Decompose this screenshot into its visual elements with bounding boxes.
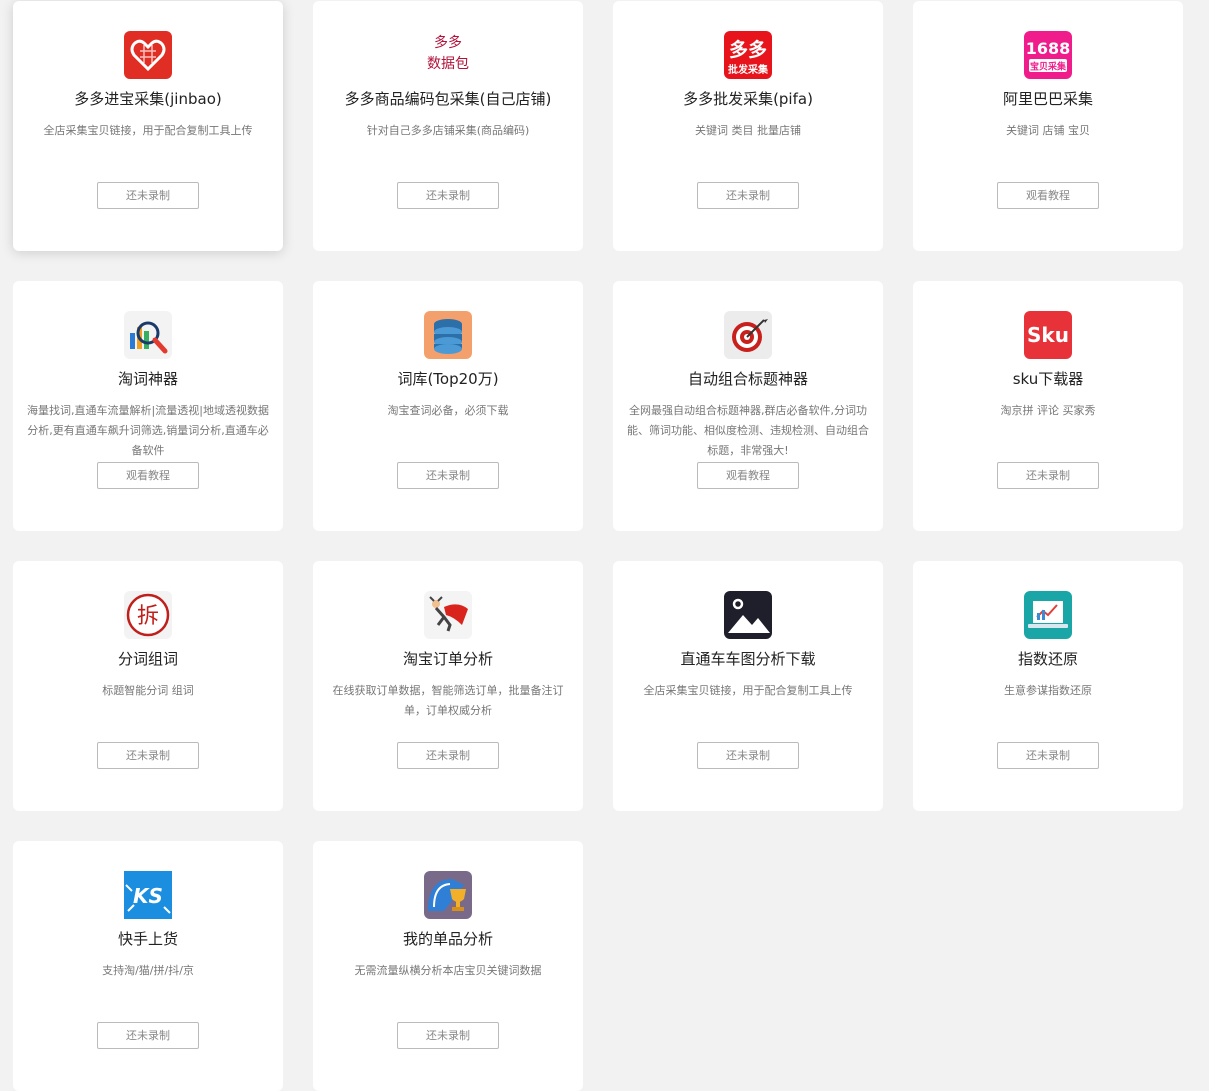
- tool-card-order-analysis[interactable]: 淘宝订单分析 在线获取订单数据，智能筛选订单，批量备注订单，订单权威分析 还未录…: [313, 561, 583, 811]
- card-title: 阿里巴巴采集: [1002, 90, 1093, 108]
- card-action-button[interactable]: 观看教程: [697, 462, 799, 489]
- card-description: 淘宝查词必备，必须下载: [387, 404, 509, 417]
- magnifier-chart-icon: [124, 311, 172, 359]
- card-description: 生意参谋指数还原: [1004, 684, 1092, 697]
- tool-card-taoci[interactable]: 淘词神器 海量找词,直通车流量解析|流量透视|地域透视数据分析,更有直通车飙升词…: [13, 281, 283, 531]
- database-icon: [424, 311, 472, 359]
- card-title: 分词组词: [117, 650, 178, 668]
- card-description: 全店采集宝贝链接，用于配合复制工具上传: [643, 684, 853, 697]
- card-action-button[interactable]: 还未录制: [397, 1022, 499, 1049]
- tool-card-kuaishou[interactable]: KS 快手上货 支持淘/猫/拼/抖/京 还未录制: [13, 841, 283, 1091]
- tool-card-alibaba[interactable]: 1688 宝贝采集 阿里巴巴采集 关键词 店铺 宝贝 观看教程: [913, 1, 1183, 251]
- tool-card-sku[interactable]: Sku sku下载器 淘京拼 评论 买家秀 还未录制: [913, 281, 1183, 531]
- pdd-jinbao-icon: [124, 31, 172, 79]
- tool-card-pifa[interactable]: 多多 批发采集 多多批发采集(pifa) 关键词 类目 批量店铺 还未录制: [613, 1, 883, 251]
- split-word-icon: 拆: [124, 591, 172, 639]
- laptop-chart-icon: [1024, 591, 1072, 639]
- trophy-icon: [424, 871, 472, 919]
- card-action-button[interactable]: 还未录制: [397, 462, 499, 489]
- card-description: 针对自己多多店铺采集(商品编码): [366, 124, 530, 137]
- card-action-button[interactable]: 还未录制: [997, 462, 1099, 489]
- card-description: 全网最强自动组合标题神器,群店必备软件,分词功能、筛词功能、相似度检测、违规检测…: [627, 404, 869, 457]
- card-title: 快手上货: [117, 930, 178, 948]
- tool-card-my-item-analysis[interactable]: 我的单品分析 无需流量纵横分析本店宝贝关键词数据 还未录制: [313, 841, 583, 1091]
- icon-label-line2: 批发采集: [728, 63, 769, 76]
- card-action-button[interactable]: 还未录制: [697, 742, 799, 769]
- card-action-button[interactable]: 观看教程: [997, 182, 1099, 209]
- card-description: 在线获取订单数据，智能筛选订单，批量备注订单，订单权威分析: [332, 684, 564, 717]
- ali-1688-icon: 1688 宝贝采集: [1024, 31, 1072, 79]
- card-action-button[interactable]: 还未录制: [397, 182, 499, 209]
- card-description: 海量找词,直通车流量解析|流量透视|地域透视数据分析,更有直通车飙升词筛选,销量…: [27, 404, 269, 457]
- pifa-icon: 多多 批发采集: [724, 31, 772, 79]
- icon-label: 拆: [137, 604, 159, 629]
- tool-card-index-restore[interactable]: 指数还原 生意参谋指数还原 还未录制: [913, 561, 1183, 811]
- card-title: 多多商品编码包采集(自己店铺): [344, 90, 552, 108]
- icon-label-line1: 多多: [434, 35, 462, 51]
- card-action-button[interactable]: 还未录制: [697, 182, 799, 209]
- card-title: 淘宝订单分析: [402, 650, 493, 668]
- icon-label-line1: 1688: [1026, 39, 1071, 58]
- card-description: 标题智能分词 组词: [102, 684, 194, 697]
- card-action-button[interactable]: 还未录制: [97, 742, 199, 769]
- card-title: 词库(Top20万): [397, 370, 499, 388]
- image-icon: [724, 591, 772, 639]
- card-title: 直通车车图分析下载: [680, 650, 816, 668]
- card-description: 支持淘/猫/拼/抖/京: [102, 964, 194, 977]
- sku-icon: Sku: [1024, 311, 1072, 359]
- card-description: 关键词 店铺 宝贝: [1006, 124, 1090, 137]
- card-description: 全店采集宝贝链接，用于配合复制工具上传: [43, 124, 253, 137]
- card-action-button[interactable]: 还未录制: [97, 182, 199, 209]
- card-title: 淘词神器: [117, 370, 178, 388]
- card-action-button[interactable]: 观看教程: [97, 462, 199, 489]
- kuaishou-icon: KS: [124, 871, 172, 919]
- card-title: 我的单品分析: [402, 930, 493, 948]
- icon-label-line2: 宝贝采集: [1030, 61, 1067, 73]
- tool-card-jinbao[interactable]: 多多进宝采集(jinbao) 全店采集宝贝链接，用于配合复制工具上传 还未录制: [13, 1, 283, 251]
- icon-label-line1: 多多: [729, 38, 767, 61]
- tool-card-ciku[interactable]: 词库(Top20万) 淘宝查词必备，必须下载 还未录制: [313, 281, 583, 531]
- tool-card-fenci[interactable]: 拆 分词组词 标题智能分词 组词 还未录制: [13, 561, 283, 811]
- icon-label: Sku: [1027, 323, 1069, 347]
- icon-label: KS: [133, 884, 163, 908]
- card-action-button[interactable]: 还未录制: [997, 742, 1099, 769]
- card-title: 多多进宝采集(jinbao): [74, 90, 222, 108]
- card-title: 多多批发采集(pifa): [683, 90, 813, 108]
- tool-card-auto-title[interactable]: 自动组合标题神器 全网最强自动组合标题神器,群店必备软件,分词功能、筛词功能、相…: [613, 281, 883, 531]
- tool-card-duoduo-datapack[interactable]: 多多 数据包 多多商品编码包采集(自己店铺) 针对自己多多店铺采集(商品编码) …: [313, 1, 583, 251]
- card-action-button[interactable]: 还未录制: [97, 1022, 199, 1049]
- tool-card-ztc-image[interactable]: 直通车车图分析下载 全店采集宝贝链接，用于配合复制工具上传 还未录制: [613, 561, 883, 811]
- card-description: 淘京拼 评论 买家秀: [1000, 404, 1096, 417]
- target-icon: [724, 311, 772, 359]
- duoduo-datapack-icon: 多多 数据包: [413, 33, 483, 75]
- card-title: sku下载器: [1012, 370, 1084, 388]
- icon-label-line2: 数据包: [427, 56, 469, 72]
- card-title: 自动组合标题神器: [687, 370, 808, 388]
- card-title: 指数还原: [1017, 650, 1078, 668]
- superhero-icon: [424, 591, 472, 639]
- card-description: 无需流量纵横分析本店宝贝关键词数据: [354, 964, 542, 977]
- card-description: 关键词 类目 批量店铺: [695, 124, 801, 137]
- card-action-button[interactable]: 还未录制: [397, 742, 499, 769]
